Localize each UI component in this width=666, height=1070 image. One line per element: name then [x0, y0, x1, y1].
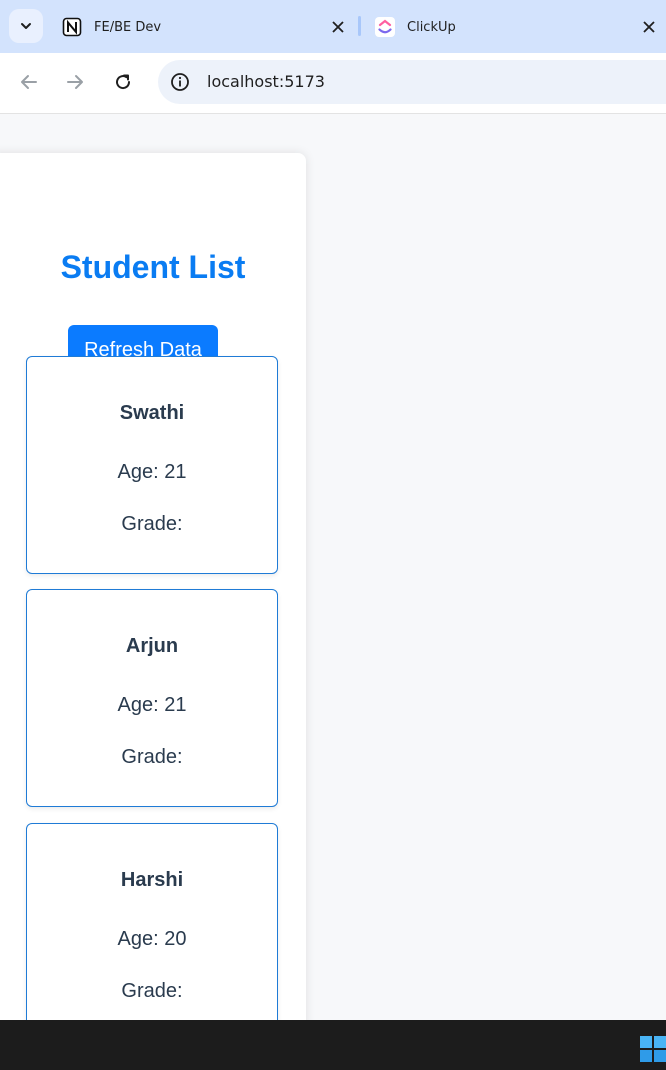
- close-tab-icon[interactable]: [639, 17, 659, 37]
- address-bar[interactable]: localhost:5173: [158, 60, 666, 104]
- tab-search-button[interactable]: [9, 9, 43, 43]
- page-viewport: Student List Refresh Data Swathi Age: 21…: [0, 114, 666, 1020]
- close-tab-icon[interactable]: [328, 17, 348, 37]
- os-taskbar: [0, 1020, 666, 1070]
- student-name: Harshi: [120, 869, 184, 891]
- student-card: Arjun Age: 21 Grade:: [26, 589, 278, 807]
- browser-toolbar: localhost:5173: [0, 53, 666, 114]
- forward-button[interactable]: [63, 70, 87, 94]
- back-button[interactable]: [17, 70, 41, 94]
- student-grade: Grade:: [121, 980, 183, 1002]
- student-card: Harshi Age: 20 Grade:: [26, 823, 278, 1020]
- arrow-left-icon: [21, 75, 37, 89]
- info-icon[interactable]: [170, 72, 190, 92]
- arrow-right-icon: [67, 75, 83, 89]
- student-age: Age: 20: [117, 928, 187, 950]
- tab-divider: [358, 16, 361, 36]
- reload-button[interactable]: [111, 70, 135, 94]
- tab-title: FE/BE Dev: [94, 19, 162, 35]
- chevron-down-icon: [21, 23, 31, 29]
- page-title: Student List: [60, 249, 246, 285]
- student-card: Swathi Age: 21 Grade:: [26, 356, 278, 574]
- notion-icon: [62, 17, 82, 37]
- student-name: Arjun: [125, 635, 179, 657]
- url-text: localhost:5173: [207, 72, 325, 91]
- tab-title: ClickUp: [407, 19, 456, 35]
- tab-clickup[interactable]: ClickUp: [375, 8, 659, 46]
- student-age: Age: 21: [117, 461, 187, 483]
- windows-start-icon[interactable]: [640, 1036, 666, 1066]
- student-grade: Grade:: [121, 746, 183, 768]
- student-age: Age: 21: [117, 694, 187, 716]
- browser-tab-strip: FE/BE Dev ClickUp: [0, 0, 666, 53]
- reload-icon: [116, 74, 131, 90]
- student-grade: Grade:: [121, 513, 183, 535]
- student-list-panel: Student List Refresh Data Swathi Age: 21…: [0, 153, 306, 1020]
- student-name: Swathi: [119, 402, 185, 424]
- tab-fe-be-dev[interactable]: FE/BE Dev: [62, 8, 348, 46]
- clickup-icon: [375, 17, 395, 37]
